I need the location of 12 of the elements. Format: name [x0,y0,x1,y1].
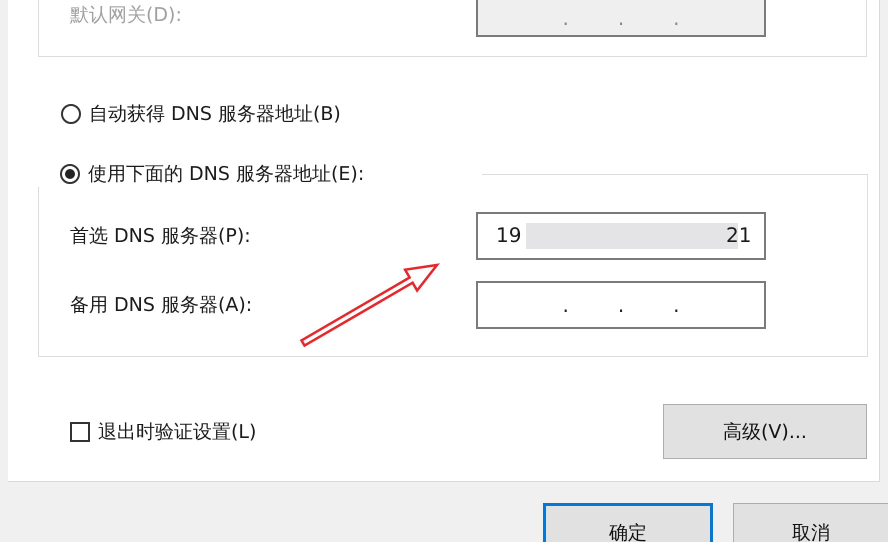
radio-button[interactable] [61,104,81,124]
dns-field[interactable]: . . . [476,281,766,329]
dns-field[interactable]: 19 21 [476,212,766,260]
dialog-button[interactable]: 取消 [733,503,888,542]
radio-button[interactable] [60,164,80,184]
gateway-label: 默认网关(D): [69,3,183,28]
field-label: 首选 DNS 服务器(P): [69,224,252,249]
field-label: 备用 DNS 服务器(A): [69,293,254,318]
dialog-button[interactable]: 确定 [543,503,713,542]
advanced-button[interactable]: 高级(V)... [663,404,867,459]
checkbox[interactable] [70,422,90,442]
checkbox-option[interactable]: 退出时验证设置(L) [38,418,256,444]
